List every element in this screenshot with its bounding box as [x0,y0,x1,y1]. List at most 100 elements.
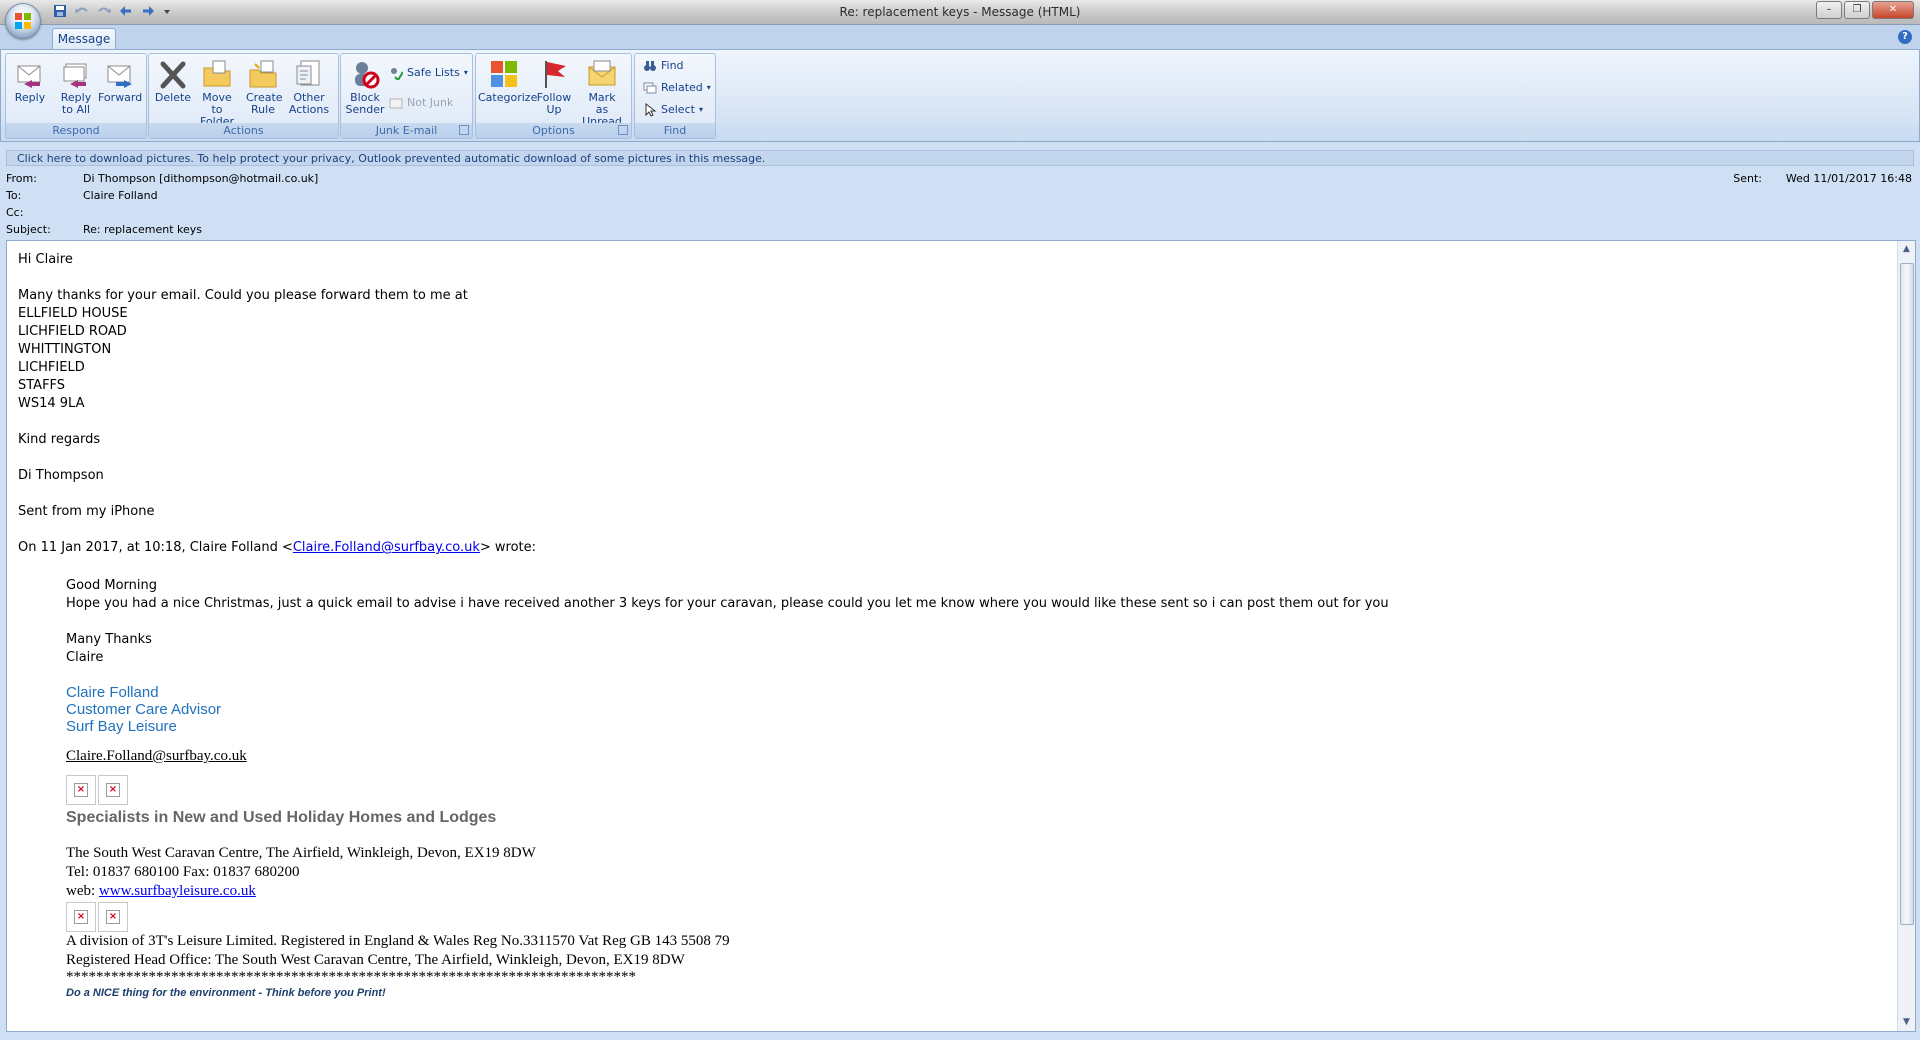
not-junk-button[interactable]: Not Junk [389,94,453,112]
title-bar: Re: replacement keys - Message (HTML) – … [0,0,1920,25]
related-button[interactable]: Related ▾ [643,79,711,97]
broken-image: × [66,775,96,805]
other-actions-icon [296,60,320,86]
select-label: Select [661,103,695,116]
related-icon [643,82,657,94]
closing: Kind regards [18,432,101,447]
to-label: To: [6,189,22,202]
to-value[interactable]: Claire Folland [83,189,158,202]
sender-name: Di Thompson [18,468,104,483]
message-body[interactable]: Hi Claire Many thanks for your email. Co… [6,240,1916,1032]
address-line: WHITTINGTON [18,342,112,357]
mark-unread-icon [588,60,616,86]
address-line: WS14 9LA [18,396,85,411]
from-value[interactable]: Di Thompson [dithompson@hotmail.co.uk] [83,172,318,185]
website-link[interactable]: www.surfbayleisure.co.uk [99,883,256,899]
find-label: Find [661,59,684,72]
group-options: Categorize Follow Up Mark as Unread Opti… [475,53,632,139]
other-actions-label: Other Actions [288,91,330,116]
forward-button[interactable]: Forward [98,58,142,104]
move-folder-icon [203,60,231,87]
follow-up-flag-icon [545,61,566,88]
options-dialog-launcher[interactable] [618,125,628,135]
specialists-heading: Specialists in New and Used Holiday Home… [66,809,497,826]
signature-email-link[interactable]: Claire.Folland@surfbay.co.uk [66,747,1389,766]
greeting: Hi Claire [18,252,73,267]
categorize-button[interactable]: Categorize [478,58,537,104]
find-button[interactable]: Find [643,57,684,75]
footer-images: × × [66,902,1389,932]
minimize-button[interactable]: – [1816,1,1842,19]
related-label: Related [661,81,703,94]
window-controls: – ❐ ✕ [1816,1,1914,19]
other-actions-button[interactable]: Other Actions [287,58,331,116]
sent-value: Wed 11/01/2017 16:48 [1785,172,1912,185]
broken-image-icon: × [74,910,88,924]
body-line: Many thanks for your email. Could you pl… [18,288,468,303]
safe-lists-button[interactable]: Safe Lists ▾ [389,64,468,82]
tab-message[interactable]: Message [52,28,116,50]
group-junk-email: Block Sender Safe Lists ▾ Not Junk Junk … [340,53,473,139]
reply-all-button[interactable]: Reply to All [54,58,98,116]
forward-label: Forward [98,91,143,104]
select-button[interactable]: Select ▾ [643,101,703,119]
group-find: Find Related ▾ Select ▾ Find [634,53,716,139]
web-label: web: [66,883,99,899]
subject-label: Subject: [6,223,51,236]
help-icon[interactable]: ? [1898,30,1912,44]
move-to-folder-button[interactable]: Move to Folder [195,58,239,128]
group-label-respond: Respond [6,123,146,138]
close-button[interactable]: ✕ [1872,1,1914,19]
download-pictures-infobar[interactable]: Click here to download pictures. To help… [6,150,1914,166]
safe-lists-dropdown-icon: ▾ [463,68,468,77]
quoted-message: Good Morning Hope you had a nice Christm… [66,577,1389,1002]
broken-image-icon: × [106,910,120,924]
window-title: Re: replacement keys - Message (HTML) [839,5,1081,19]
quote-intro-suffix: > wrote: [479,540,537,555]
scrollbar-thumb[interactable] [1900,263,1914,925]
delete-icon [160,61,186,89]
quoted-name: Claire [66,650,104,665]
block-sender-icon [355,62,380,89]
broken-image: × [66,902,96,932]
office-button[interactable] [5,3,41,39]
group-actions: Delete Move to Folder Create Rule Other … [148,53,339,139]
scroll-up-icon[interactable]: ▲ [1898,241,1915,258]
junk-dialog-launcher[interactable] [459,125,469,135]
vertical-scrollbar[interactable]: ▲ ▼ [1897,241,1915,1031]
signature-images: × × [66,775,1389,805]
reply-button[interactable]: Reply [8,58,52,104]
block-sender-button[interactable]: Block Sender [343,58,387,116]
office-logo-icon [15,13,31,29]
forward-icon [107,65,132,88]
quote-email-link[interactable]: Claire.Folland@surfbay.co.uk [293,540,480,555]
company-address: The South West Caravan Centre, The Airfi… [66,845,536,861]
quote-intro: On 11 Jan 2017, at 10:18, Claire Folland… [18,539,536,557]
block-sender-label: Block Sender [345,91,385,116]
create-rule-label: Create Rule [246,91,283,116]
related-dropdown-icon: ▾ [706,83,711,92]
scroll-down-icon[interactable]: ▼ [1898,1014,1915,1031]
environment-note: Do a NICE thing for the environment - Th… [66,987,386,999]
not-junk-label: Not Junk [407,96,454,109]
follow-up-button[interactable]: Follow Up [532,58,576,116]
restore-button[interactable]: ❐ [1844,1,1870,19]
categorize-label: Categorize [478,91,538,104]
safe-lists-label: Safe Lists [407,66,460,79]
broken-image-icon: × [74,783,88,797]
reply-all-label: Reply to All [60,91,92,116]
ribbon: Reply Reply to All Forward Respond Delet… [0,49,1920,142]
create-rule-button[interactable]: Create Rule [241,58,285,116]
reply-text: Hi Claire Many thanks for your email. Co… [18,251,536,557]
signature-company: Surf Bay Leisure [66,718,177,735]
from-label: From: [6,172,37,185]
subject-value: Re: replacement keys [83,223,203,236]
categorize-icon [491,61,517,87]
address-line: STAFFS [18,378,66,393]
delete-button[interactable]: Delete [151,58,195,104]
stars-divider: ****************************************… [66,969,636,985]
create-rule-icon [249,60,277,88]
group-label-find: Find [635,123,715,138]
mark-unread-button[interactable]: Mark as Unread [580,58,624,128]
select-cursor-icon [645,103,657,117]
